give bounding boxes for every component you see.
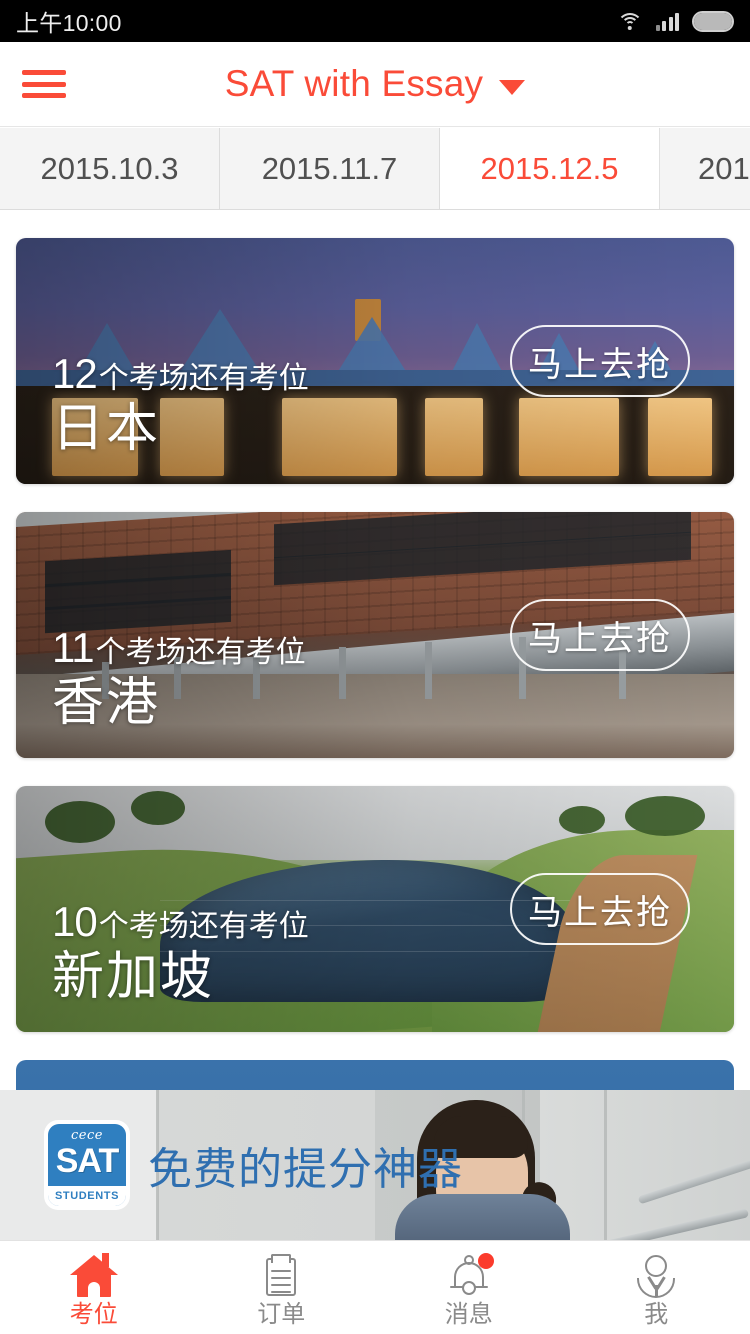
seat-count: 12 <box>52 349 98 397</box>
app-screen: 上午10:00 SAT with Essay 2015.10.3 2015.11… <box>0 0 750 1334</box>
header-title-selector[interactable]: SAT with Essay <box>0 63 750 105</box>
seat-suffix: 个考场还有考位 <box>98 361 309 395</box>
tab-orders-label: 订单 <box>257 1300 306 1328</box>
person-icon <box>632 1253 680 1299</box>
bottom-tab-bar[interactable]: 考位 订单 消息 我 <box>0 1240 750 1334</box>
status-time: 上午10:00 <box>16 10 122 36</box>
status-bar: 上午10:00 <box>0 0 750 42</box>
seat-count: 11 <box>52 623 95 671</box>
city-name: 新加坡 <box>52 947 215 1006</box>
date-tab-strip[interactable]: 2015.10.3 2015.11.7 2015.12.5 201 <box>0 128 750 210</box>
exam-location-card[interactable]: 11 个考场还有考位 香港 马上去抢 <box>16 512 734 758</box>
chevron-down-icon[interactable] <box>499 79 526 95</box>
card-text-block: 11 个考场还有考位 香港 <box>52 623 306 732</box>
seat-suffix: 个考场还有考位 <box>95 635 306 669</box>
grab-seat-button[interactable]: 马上去抢 <box>510 873 690 945</box>
sat-logo-icon: cece SAT STUDENTS <box>44 1120 130 1210</box>
bell-icon <box>445 1252 494 1299</box>
tab-seats-label: 考位 <box>69 1300 118 1328</box>
hamburger-menu-icon[interactable] <box>22 67 66 101</box>
girl-body <box>395 1194 570 1240</box>
unread-badge <box>477 1252 494 1269</box>
tab-messages[interactable]: 消息 <box>375 1241 563 1334</box>
date-tab-2[interactable]: 2015.11.7 <box>220 128 440 209</box>
card-text-block: 10 个考场还有考位 新加坡 <box>52 897 309 1006</box>
date-tab-1[interactable]: 2015.10.3 <box>0 128 220 209</box>
promo-banner[interactable]: cece SAT STUDENTS 免费的提分神器 <box>0 1090 750 1240</box>
date-tab-3[interactable]: 2015.12.5 <box>440 128 660 209</box>
date-tab-4[interactable]: 201 <box>660 128 750 209</box>
seat-availability-line: 12 个考场还有考位 <box>52 349 309 397</box>
seat-count: 10 <box>52 897 98 945</box>
tab-profile[interactable]: 我 <box>563 1241 750 1334</box>
status-icons <box>616 10 734 32</box>
tab-messages-label: 消息 <box>444 1300 493 1328</box>
sat-logo-main: SAT <box>55 1142 119 1180</box>
grab-seat-button[interactable]: 马上去抢 <box>510 599 690 671</box>
seat-availability-line: 10 个考场还有考位 <box>52 897 309 945</box>
app-header: SAT with Essay <box>0 42 750 127</box>
signal-bars-icon <box>655 11 679 31</box>
sat-logo-script: cece <box>71 1128 103 1143</box>
seat-suffix: 个考场还有考位 <box>98 909 309 943</box>
grab-seat-button[interactable]: 马上去抢 <box>510 325 690 397</box>
city-name: 香港 <box>52 673 161 732</box>
exam-location-card[interactable]: 10 个考场还有考位 新加坡 马上去抢 <box>16 786 734 1032</box>
city-name: 日本 <box>52 399 161 458</box>
card-text-block: 12 个考场还有考位 日本 <box>52 349 309 458</box>
wifi-icon <box>616 11 643 31</box>
home-icon <box>69 1252 118 1299</box>
tab-orders[interactable]: 订单 <box>188 1241 376 1334</box>
battery-icon <box>692 10 734 32</box>
sat-logo-sub: STUDENTS <box>48 1186 126 1206</box>
tab-seats[interactable]: 考位 <box>0 1241 188 1334</box>
tab-profile-label: 我 <box>644 1300 669 1328</box>
page-title: SAT with Essay <box>224 63 484 104</box>
clipboard-icon <box>257 1253 305 1299</box>
seat-availability-line: 11 个考场还有考位 <box>52 623 306 671</box>
exam-location-card[interactable]: 12 个考场还有考位 日本 马上去抢 <box>16 238 734 484</box>
promo-text: 免费的提分神器 <box>148 1144 463 1195</box>
